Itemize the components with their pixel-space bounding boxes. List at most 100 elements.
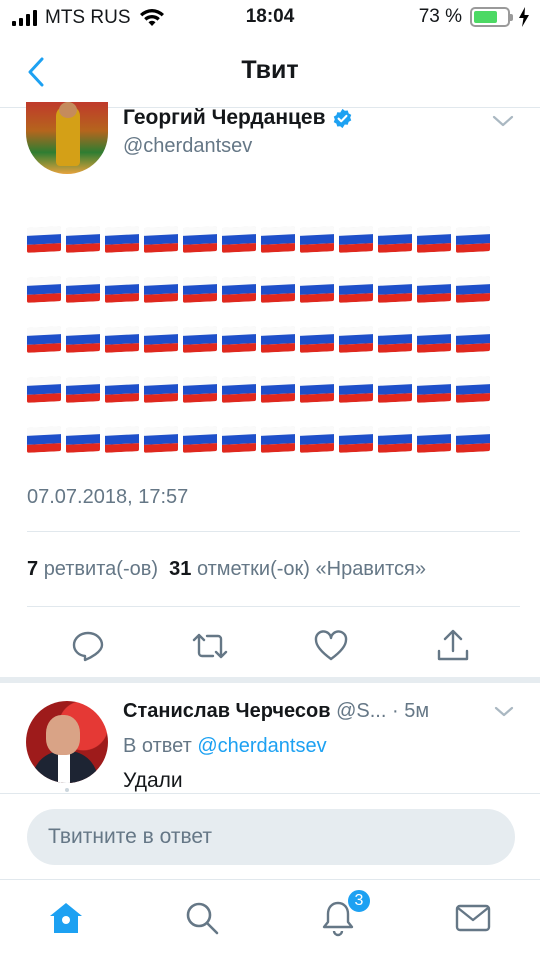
flag-row: [27, 274, 507, 304]
russian-flag-emoji: [456, 326, 490, 353]
russian-flag-emoji: [300, 376, 334, 403]
russian-flag-emoji: [222, 426, 256, 453]
russian-flag-emoji: [183, 376, 217, 403]
russian-flag-emoji: [144, 426, 178, 453]
russian-flag-emoji: [261, 426, 295, 453]
russian-flag-emoji: [183, 326, 217, 353]
russian-flag-emoji: [105, 376, 139, 403]
tab-notifications[interactable]: 3: [318, 888, 372, 938]
russian-flag-emoji: [261, 226, 295, 253]
tab-bar: 3: [0, 879, 540, 960]
russian-flag-emoji: [144, 326, 178, 353]
russian-flag-emoji: [66, 376, 100, 403]
messages-icon: [455, 904, 491, 932]
author-handle[interactable]: @cherdantsev: [123, 135, 252, 158]
reply-tweet[interactable]: Станислав Черчесов @S... · 5м В ответ @c…: [0, 683, 540, 793]
tab-search[interactable]: [182, 898, 222, 938]
russian-flag-emoji: [27, 326, 61, 353]
russian-flag-emoji: [66, 276, 100, 303]
like-button[interactable]: [311, 626, 351, 666]
russian-flag-emoji: [27, 376, 61, 403]
russian-flag-emoji: [339, 276, 373, 303]
retweet-button[interactable]: [190, 626, 230, 666]
share-button[interactable]: [433, 626, 473, 666]
flag-row: [27, 224, 507, 254]
russian-flag-emoji: [417, 326, 451, 353]
russian-flag-emoji: [261, 376, 295, 403]
russian-flag-emoji: [183, 226, 217, 253]
like-icon: [314, 630, 348, 661]
russian-flag-emoji: [378, 376, 412, 403]
reply-author-line: Станислав Черчесов @S... · 5м: [123, 700, 429, 723]
tab-messages[interactable]: [453, 898, 493, 938]
russian-flag-emoji: [417, 376, 451, 403]
retweets-stat[interactable]: 7 ретвита(-ов): [27, 558, 158, 580]
russian-flag-emoji: [222, 326, 256, 353]
reply-author-name[interactable]: Станислав Черчесов: [123, 700, 331, 722]
russian-flag-emoji: [378, 226, 412, 253]
russian-flag-emoji: [339, 226, 373, 253]
tab-home[interactable]: [46, 898, 86, 938]
russian-flag-emoji: [339, 426, 373, 453]
retweet-icon: [192, 633, 228, 659]
russian-flag-emoji: [300, 226, 334, 253]
russian-flag-emoji: [27, 426, 61, 453]
battery-percent: 73 %: [418, 6, 462, 27]
russian-flag-emoji: [66, 226, 100, 253]
reply-text: Удали: [123, 769, 183, 792]
likes-count: 31: [169, 558, 192, 580]
retweets-count: 7: [27, 558, 39, 580]
russian-flag-emoji: [378, 326, 412, 353]
divider: [27, 606, 520, 607]
russian-flag-emoji: [183, 276, 217, 303]
reply-author-avatar[interactable]: [26, 701, 108, 783]
tweet-body: [27, 224, 507, 474]
retweets-label: ретвита(-ов): [43, 558, 159, 580]
likes-stat[interactable]: 31 отметки(-ок) «Нравится»: [169, 558, 426, 580]
author-name[interactable]: Георгий Черданцев: [123, 106, 353, 130]
russian-flag-emoji: [261, 326, 295, 353]
reply-age: · 5м: [391, 700, 430, 722]
russian-flag-emoji: [300, 426, 334, 453]
notifications-badge: 3: [346, 888, 372, 914]
reply-author-handle[interactable]: @S...: [336, 700, 386, 722]
russian-flag-emoji: [456, 426, 490, 453]
flag-row: [27, 424, 507, 454]
author-name-text: Георгий Черданцев: [123, 106, 326, 129]
russian-flag-emoji: [339, 326, 373, 353]
russian-flag-emoji: [105, 426, 139, 453]
tweet-stats: 7 ретвита(-ов) 31 отметки(-ок) «Нравится…: [27, 558, 426, 581]
chevron-down-icon[interactable]: [494, 705, 514, 718]
reply-input[interactable]: Твитните в ответ: [27, 809, 515, 865]
russian-flag-emoji: [105, 226, 139, 253]
tweet-timestamp: 07.07.2018, 17:57: [27, 486, 189, 508]
author-avatar[interactable]: [26, 102, 108, 174]
flag-row: [27, 374, 507, 404]
reply-to-handle-link[interactable]: @cherdantsev: [197, 735, 326, 757]
russian-flag-emoji: [27, 276, 61, 303]
reply-button[interactable]: [68, 626, 108, 666]
home-icon: [50, 903, 82, 933]
status-bar: MTS RUS 18:04 73 %: [0, 0, 540, 36]
flag-row: [27, 324, 507, 354]
russian-flag-emoji: [456, 376, 490, 403]
reply-icon: [72, 631, 104, 662]
likes-label: отметки(-ок) «Нравится»: [196, 558, 426, 580]
verified-badge-icon: [333, 108, 351, 128]
charging-icon: [519, 7, 529, 27]
divider: [27, 531, 520, 532]
reply-composer: Твитните в ответ: [0, 793, 540, 879]
russian-flag-emoji: [222, 226, 256, 253]
search-icon: [186, 902, 219, 935]
chevron-down-icon[interactable]: [492, 114, 514, 128]
russian-flag-emoji: [300, 326, 334, 353]
russian-flag-emoji: [300, 276, 334, 303]
russian-flag-emoji: [105, 326, 139, 353]
battery-group: 73 %: [419, 6, 530, 28]
share-icon: [437, 629, 469, 661]
page-title: Твит: [241, 56, 299, 84]
reply-to-prefix: В ответ: [123, 735, 192, 757]
russian-flag-emoji: [378, 276, 412, 303]
russian-flag-emoji: [261, 276, 295, 303]
russian-flag-emoji: [66, 426, 100, 453]
